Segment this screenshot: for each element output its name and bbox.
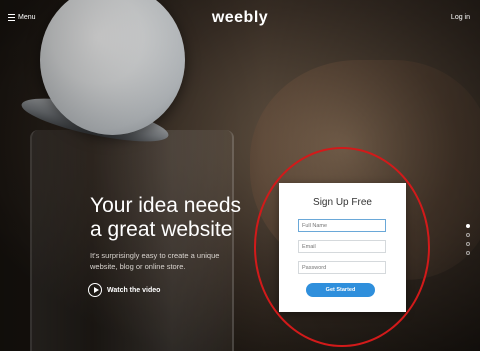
watch-video-button[interactable]: Watch the video	[88, 283, 160, 297]
password-input[interactable]	[298, 261, 386, 274]
signup-card: Sign Up Free Get Started	[279, 183, 406, 312]
slide-dot[interactable]	[466, 242, 470, 246]
play-icon	[88, 283, 102, 297]
hero-background	[0, 0, 480, 351]
signup-title: Sign Up Free	[313, 197, 372, 208]
subtext-line-2: website, blog or online store.	[90, 262, 186, 271]
login-link[interactable]: Log in	[451, 14, 470, 21]
slide-dot[interactable]	[466, 233, 470, 237]
hero-headline: Your idea needs a great website	[90, 194, 270, 242]
slide-indicator	[466, 224, 470, 255]
headline-line-1: Your idea needs	[90, 194, 242, 217]
subtext-line-1: It's surprisingly easy to create a uniqu…	[90, 251, 220, 260]
spoon-image	[18, 89, 172, 151]
weebly-logo[interactable]: weebly	[0, 9, 480, 27]
top-nav: Menu weebly Log in	[0, 0, 480, 34]
full-name-input[interactable]	[298, 219, 386, 232]
watch-video-label: Watch the video	[107, 286, 161, 294]
hero-subtext: It's surprisingly easy to create a uniqu…	[90, 250, 240, 272]
headline-line-2: a great website	[90, 218, 233, 241]
get-started-button[interactable]: Get Started	[306, 283, 375, 297]
email-input[interactable]	[298, 240, 386, 253]
slide-dot[interactable]	[466, 224, 470, 228]
slide-dot[interactable]	[466, 251, 470, 255]
